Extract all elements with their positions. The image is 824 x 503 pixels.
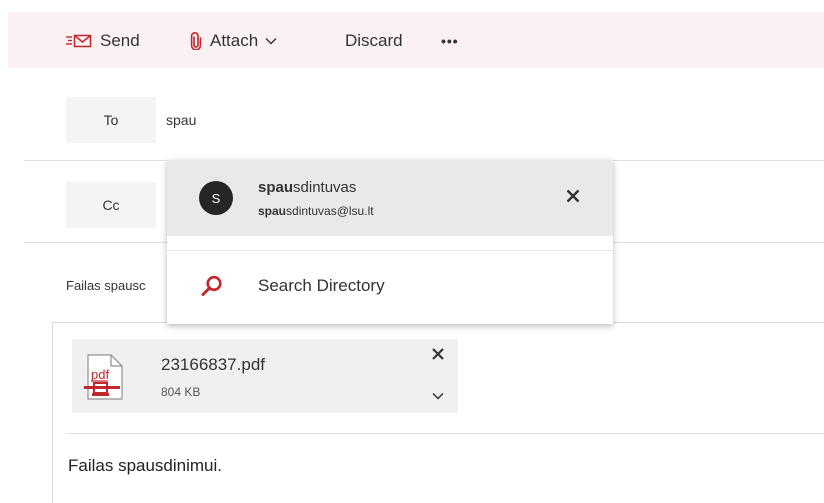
paperclip-icon	[190, 32, 202, 50]
suggestion-name-rest: sdintuvas	[293, 179, 357, 196]
cc-label: Cc	[102, 197, 120, 213]
command-toolbar: Send Attach Discard •••	[8, 12, 824, 68]
subject-input[interactable]: Failas spausc	[66, 278, 145, 293]
send-button[interactable]: Send	[66, 29, 140, 53]
suggestion-name: spausdintuvas	[258, 179, 356, 196]
to-input[interactable]: spau	[166, 112, 196, 128]
divider	[66, 433, 824, 434]
message-body-text[interactable]: Failas spausdinimui.	[68, 456, 222, 476]
divider	[167, 250, 613, 251]
send-icon	[66, 33, 92, 49]
suggestion-name-match: spau	[258, 179, 294, 196]
attachment-card[interactable]: pdf 23166837.pdf 804 KB	[72, 339, 458, 413]
remove-attachment-icon[interactable]	[432, 347, 444, 365]
pdf-file-icon: pdf	[82, 353, 128, 406]
recipient-suggestions-dropdown: S spausdintuvas spausdintuvas@lsu.lt Sea…	[167, 160, 613, 324]
attachment-size: 804 KB	[161, 385, 201, 399]
suggestion-item[interactable]: S spausdintuvas spausdintuvas@lsu.lt	[167, 160, 613, 236]
chevron-down-icon	[265, 37, 277, 45]
more-icon: •••	[441, 33, 459, 49]
cc-button[interactable]: Cc	[66, 182, 156, 228]
to-button[interactable]: To	[66, 97, 156, 143]
suggestion-email-match: spau	[258, 204, 287, 218]
suggestion-email-rest: sdintuvas@lsu.lt	[286, 204, 374, 218]
avatar: S	[199, 181, 233, 215]
discard-button[interactable]: Discard	[345, 29, 403, 53]
close-icon[interactable]	[566, 189, 580, 208]
discard-label: Discard	[345, 31, 403, 50]
send-label: Send	[100, 31, 140, 50]
search-directory-label: Search Directory	[258, 276, 385, 295]
attach-label: Attach	[210, 31, 259, 50]
pdf-icon-text: pdf	[91, 367, 109, 382]
to-label: To	[103, 112, 119, 128]
more-options-button[interactable]: •••	[441, 29, 459, 53]
search-icon	[201, 275, 223, 302]
attach-button[interactable]: Attach	[190, 29, 277, 53]
suggestion-email: spausdintuvas@lsu.lt	[258, 204, 374, 218]
chevron-down-icon[interactable]	[432, 387, 444, 405]
attachment-filename[interactable]: 23166837.pdf	[161, 355, 265, 375]
search-directory-item[interactable]: Search Directory	[167, 258, 613, 318]
